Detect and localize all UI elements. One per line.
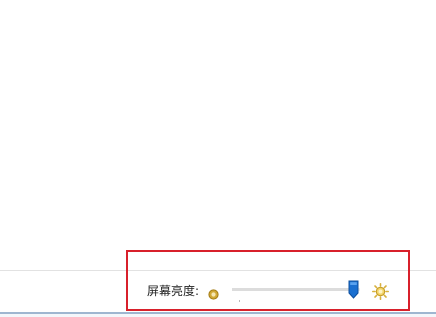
slider-tick <box>239 300 240 302</box>
brightness-slider-thumb[interactable] <box>348 280 359 299</box>
content-area <box>0 0 436 270</box>
bright-sun-icon[interactable] <box>372 283 390 301</box>
brightness-slider-fill <box>232 288 354 291</box>
dim-sun-icon[interactable] <box>208 285 219 300</box>
brightness-label: 屏幕亮度: <box>147 284 200 298</box>
brightness-slider-track[interactable] <box>232 288 360 291</box>
highlight-box <box>126 250 410 311</box>
